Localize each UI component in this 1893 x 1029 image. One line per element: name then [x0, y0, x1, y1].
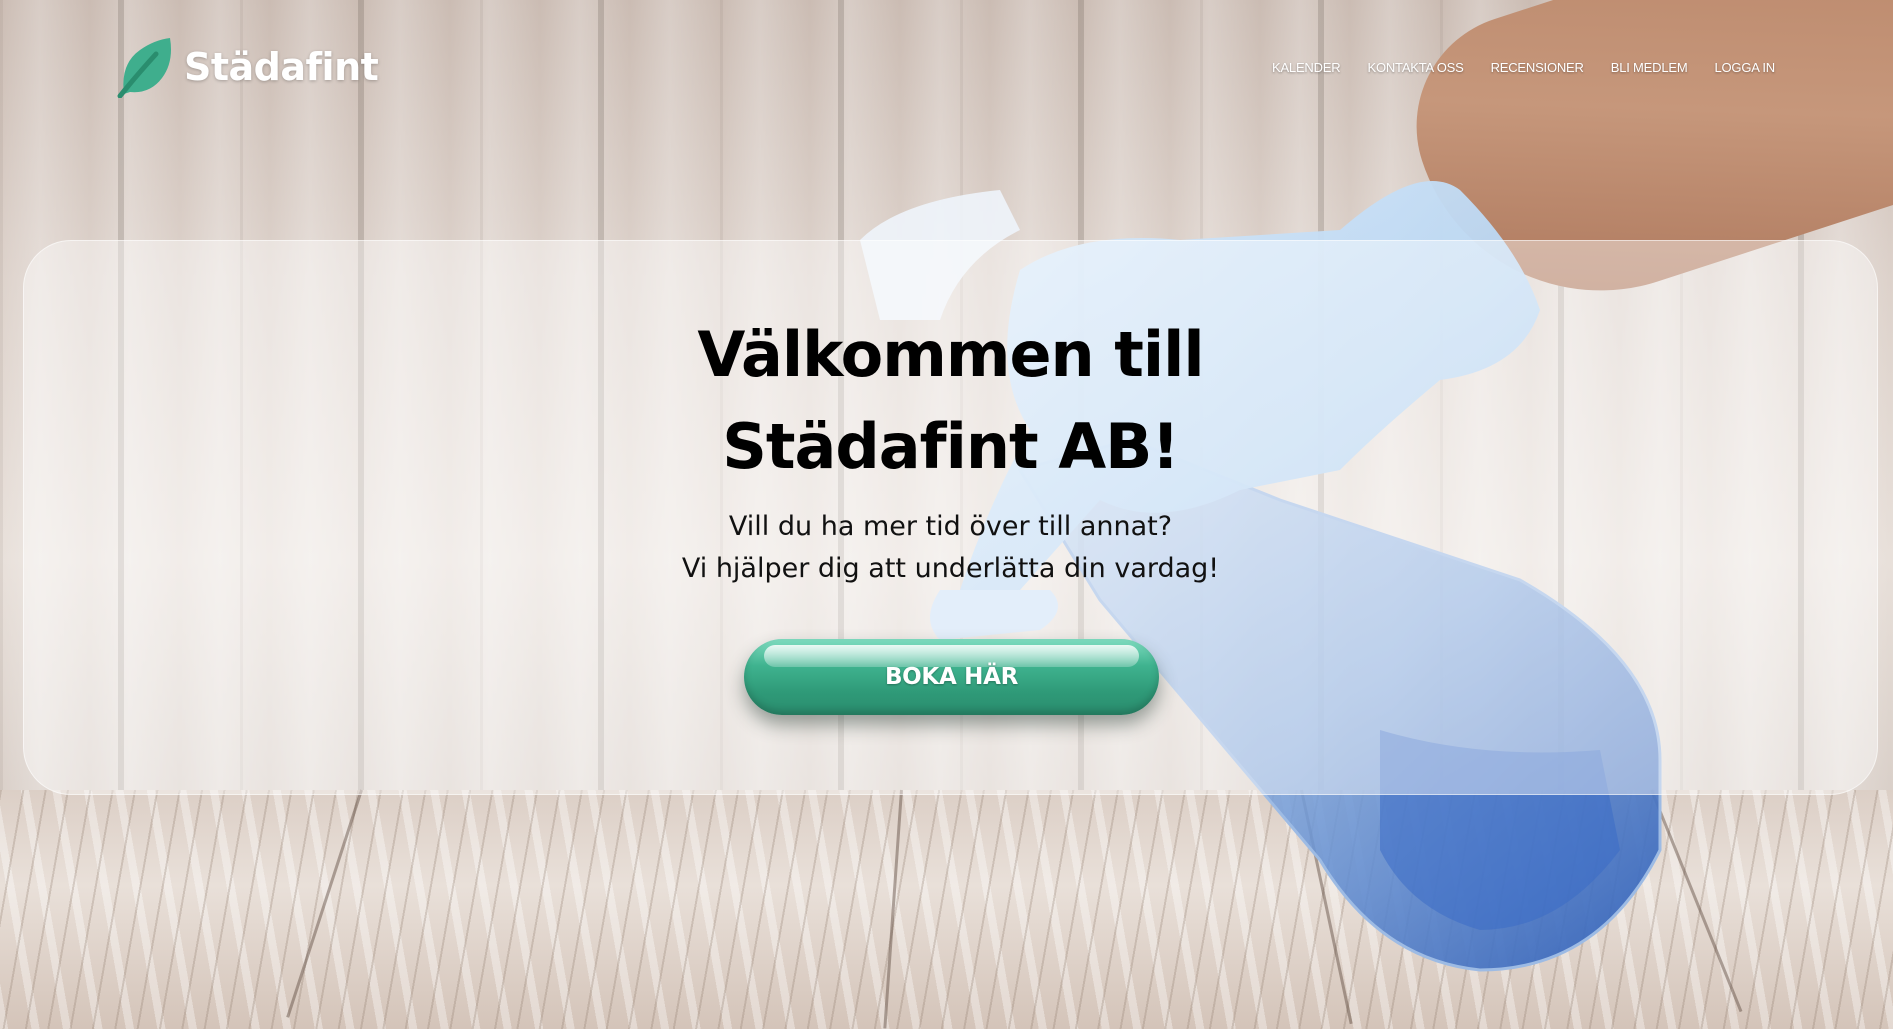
- hero-title: Välkommen till Städafint AB!: [24, 309, 1877, 493]
- site-header: Städafint KALENDER KONTAKTA OSS RECENSIO…: [0, 0, 1893, 140]
- nav-link-kalender[interactable]: KALENDER: [1272, 60, 1341, 75]
- hero-title-line-2: Städafint AB!: [722, 410, 1179, 483]
- nav-link-recensioner[interactable]: RECENSIONER: [1491, 60, 1584, 75]
- nav-link-kontakta-oss[interactable]: KONTAKTA OSS: [1367, 60, 1463, 75]
- hero-panel: Välkommen till Städafint AB! Vill du ha …: [23, 240, 1878, 795]
- book-button-label: BOKA HÄR: [884, 664, 1019, 690]
- hero-subtitle: Vill du ha mer tid över till annat? Vi h…: [24, 506, 1877, 590]
- page: Städafint KALENDER KONTAKTA OSS RECENSIO…: [0, 0, 1893, 1029]
- nav-link-bli-medlem[interactable]: BLI MEDLEM: [1611, 60, 1688, 75]
- hero-subtitle-line-1: Vill du ha mer tid över till annat?: [728, 511, 1173, 542]
- leaf-icon: [117, 38, 171, 98]
- brand-name: Städafint: [184, 45, 379, 89]
- hero-subtitle-line-2: Vi hjälper dig att underlätta din vardag…: [681, 553, 1220, 584]
- brand-logo[interactable]: Städafint: [116, 36, 379, 98]
- book-button[interactable]: BOKA HÄR: [744, 639, 1159, 715]
- main-nav: KALENDER KONTAKTA OSS RECENSIONER BLI ME…: [1272, 60, 1775, 75]
- hero-title-line-1: Välkommen till: [697, 318, 1204, 391]
- nav-link-logga-in[interactable]: LOGGA IN: [1714, 60, 1775, 75]
